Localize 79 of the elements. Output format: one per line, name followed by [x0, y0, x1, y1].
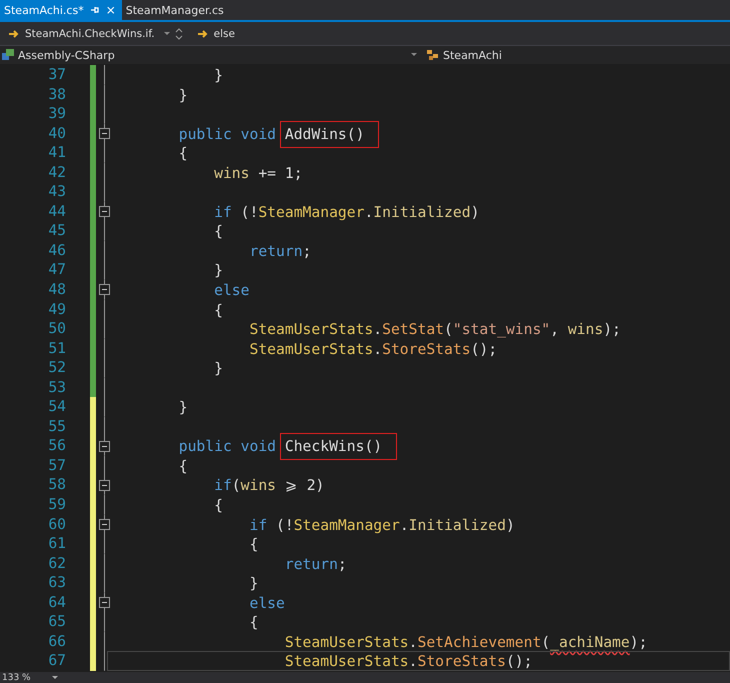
code-line: SteamUserStats.SetAchievement(_achiName); [284, 632, 648, 652]
code-line: } [213, 359, 224, 378]
line-number: 40 [47, 124, 67, 144]
zoom-level[interactable]: 133 % [2, 672, 31, 682]
project-dropdown[interactable]: Assembly-CSharp [2, 48, 410, 62]
code-line: { [213, 300, 224, 320]
line-number: 50 [47, 319, 67, 339]
code-line: else [213, 281, 250, 300]
code-line: { [248, 535, 260, 554]
code-line: if (!SteamManager.Initialized) [213, 202, 480, 222]
caret-icon[interactable] [162, 30, 171, 36]
line-number: 41 [47, 143, 67, 163]
code-line: { [178, 456, 189, 476]
code-line: } [178, 398, 189, 417]
code-line: { [178, 144, 189, 163]
line-number: 42 [47, 162, 67, 182]
line-number: 47 [47, 260, 67, 280]
member-dropdown[interactable]: SteamAchi.CheckWins.if. [4, 24, 159, 43]
code-line: } [248, 574, 260, 593]
collapse-icon[interactable] [98, 128, 110, 139]
line-number: 52 [47, 358, 67, 378]
line-number: 60 [47, 514, 67, 534]
class-dropdown[interactable]: SteamAchi [426, 48, 502, 62]
line-number: 58 [47, 475, 67, 496]
scope-dropdown[interactable]: else [192, 24, 239, 43]
line-number: 39 [47, 104, 67, 124]
line-number: 37 [47, 65, 67, 85]
line-number: 45 [47, 221, 67, 241]
collapse-icon[interactable] [98, 284, 110, 296]
code-line: wins += 1; [213, 164, 304, 182]
collapse-icon[interactable] [98, 597, 110, 608]
pin-icon[interactable] [90, 5, 100, 15]
code-line: } [213, 261, 224, 280]
code-line: if(wins ⩾ 2) [213, 476, 326, 496]
line-number: 59 [47, 495, 67, 515]
code-line: { [213, 222, 224, 241]
line-number: 54 [47, 397, 67, 417]
line-number: 66 [47, 632, 67, 652]
line-number: 38 [47, 84, 67, 104]
code-line: } [178, 86, 189, 104]
class-icon [426, 49, 440, 61]
line-number: 57 [47, 456, 67, 476]
spin-icon[interactable] [174, 26, 183, 40]
collapse-icon[interactable] [98, 206, 110, 218]
line-number: 64 [47, 592, 67, 612]
close-button[interactable]: × [106, 3, 116, 17]
arrow-icon [8, 28, 20, 38]
collapse-icon[interactable] [98, 518, 110, 530]
file-tab[interactable]: SteamAchi.cs* × [0, 0, 122, 20]
arrow-icon [196, 28, 209, 38]
line-number: 46 [47, 240, 67, 260]
code-line: { [213, 496, 224, 515]
line-number: 44 [47, 202, 67, 222]
project-icon [2, 49, 15, 61]
code-line: SteamUserStats.StoreStats(); [248, 340, 498, 358]
code-line: { [248, 613, 260, 632]
line-number: 61 [47, 534, 67, 554]
line-number: 51 [47, 338, 67, 358]
code-line: return; [248, 242, 312, 260]
collapse-icon[interactable] [98, 440, 110, 452]
file-tab[interactable]: SteamManager.cs [122, 0, 230, 20]
line-number: 53 [47, 378, 67, 398]
code-line: return; [284, 554, 348, 574]
collapse-icon[interactable] [98, 480, 110, 491]
line-number: 63 [47, 573, 67, 593]
line-number: 62 [47, 554, 67, 574]
line-number: 56 [47, 436, 67, 456]
line-number: 48 [47, 280, 67, 300]
code-line: SteamUserStats.SetStat("stat_wins", wins); [248, 320, 622, 339]
line-number: 55 [47, 416, 67, 436]
code-line: else [248, 594, 286, 612]
line-number: 67 [47, 651, 67, 671]
line-number: 65 [47, 612, 67, 632]
code-line: if (!SteamManager.Initialized) [248, 516, 516, 534]
line-number: 49 [47, 300, 67, 320]
line-number: 43 [47, 182, 67, 202]
caret-icon[interactable] [50, 674, 59, 680]
caret-icon[interactable] [410, 52, 418, 58]
code-line: } [213, 66, 224, 85]
